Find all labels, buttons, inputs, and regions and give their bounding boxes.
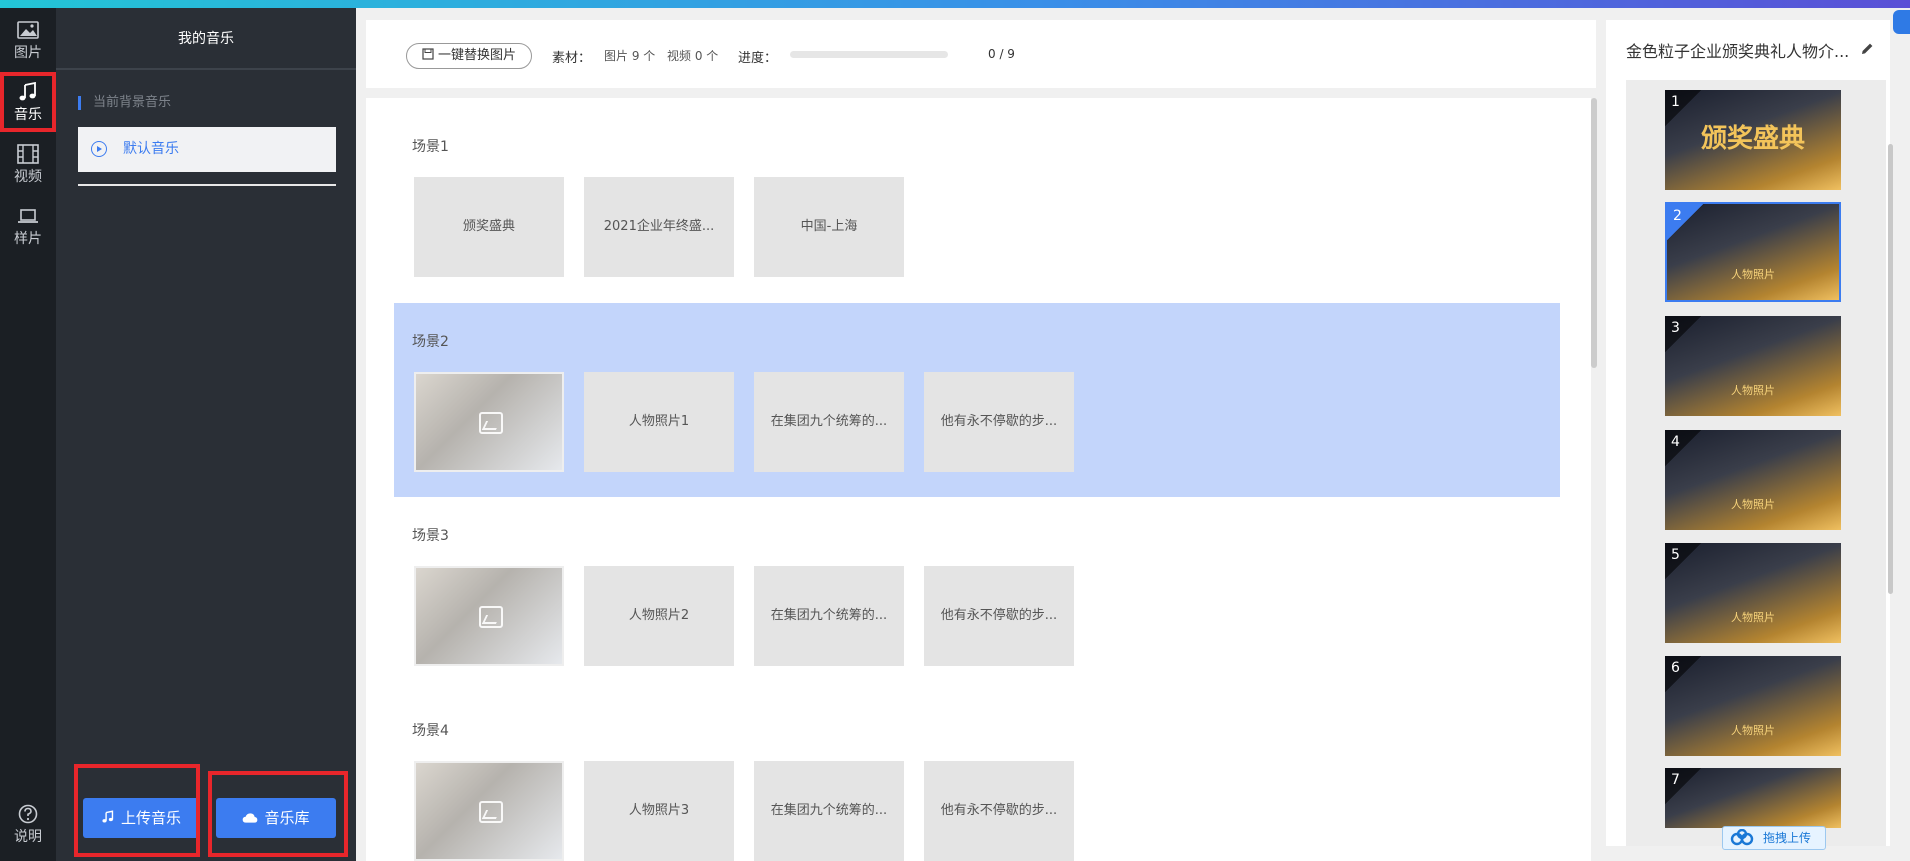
film-icon — [17, 144, 39, 164]
replace-images-label: 一键替换图片 — [437, 48, 516, 63]
scene-title: 场景2 — [412, 334, 449, 350]
thumbnail-number: 6 — [1665, 656, 1701, 692]
preview-panel: 金色粒子企业颁奖典礼人物介... 1 颁奖盛典 2 人物照片 3 人物照片 4 … — [1606, 20, 1893, 850]
scene-title: 场景4 — [412, 723, 449, 739]
image-placeholder-icon — [479, 412, 503, 434]
save-icon — [422, 48, 434, 60]
drag-upload-button[interactable]: 拖拽上传 — [1722, 826, 1826, 850]
scene-4[interactable]: 场景4 人物照片3 在集团九个统筹的... 他有永不停歇的步... — [394, 692, 1560, 861]
drag-upload-label: 拖拽上传 — [1763, 831, 1812, 845]
thumbnail-number: 4 — [1665, 430, 1701, 466]
scene-text-tile[interactable]: 中国-上海 — [754, 177, 904, 277]
template-title: 金色粒子企业颁奖典礼人物介... — [1626, 42, 1850, 61]
material-toolbar: 一键替换图片 素材： 图片 9 个 视频 0 个 进度： 0 / 9 — [366, 20, 1596, 88]
pencil-icon[interactable] — [1860, 42, 1874, 56]
scene-text-tile[interactable]: 在集团九个统筹的... — [754, 566, 904, 666]
scene-image-tile[interactable] — [414, 566, 564, 666]
play-icon[interactable] — [91, 141, 107, 157]
thumbnail-caption: 人物照片 — [1731, 498, 1775, 511]
top-accent-bar — [0, 0, 1910, 8]
image-icon — [17, 21, 39, 39]
highlight-box-upload — [74, 764, 200, 857]
nav-item-help[interactable]: 说明 — [0, 794, 56, 850]
thumbnail-number: 7 — [1665, 768, 1701, 804]
nav-item-sample[interactable]: 样片 — [0, 196, 56, 252]
scene-3[interactable]: 场景3 人物照片2 在集团九个统筹的... 他有永不停歇的步... — [394, 497, 1560, 691]
material-label: 素材： — [552, 51, 592, 66]
scene-list-scrollbar[interactable] — [1591, 98, 1597, 368]
nav-item-label: 音乐 — [14, 107, 42, 123]
scene-thumbnail[interactable]: 3 人物照片 — [1665, 316, 1841, 416]
scene-thumbnail[interactable]: 1 颁奖盛典 — [1665, 90, 1841, 190]
nav-item-label: 样片 — [14, 231, 42, 247]
scene-text-tile[interactable]: 人物照片1 — [584, 372, 734, 472]
thumbnail-headline: 颁奖盛典 — [1700, 124, 1805, 154]
progress-bar — [790, 51, 948, 58]
scene-text-tile[interactable]: 他有永不停歇的步... — [924, 761, 1074, 861]
divider — [78, 184, 336, 186]
highlight-box-library — [208, 771, 348, 857]
nav-item-video[interactable]: 视频 — [0, 134, 56, 190]
nav-item-label: 图片 — [14, 45, 42, 61]
left-nav: 图片 音乐 视频 样片 说明 — [0, 8, 56, 861]
scene-2[interactable]: 场景2 人物照片1 在集团九个统筹的... 他有永不停歇的步... — [394, 303, 1560, 497]
scene-1[interactable]: 场景1 颁奖盛典 2021企业年终盛... 中国-上海 — [394, 98, 1560, 292]
scene-text-tile[interactable]: 人物照片2 — [584, 566, 734, 666]
scene-text-tile[interactable]: 2021企业年终盛... — [584, 177, 734, 277]
thumbnail-number: 5 — [1665, 543, 1701, 579]
scene-text-tile[interactable]: 他有永不停歇的步... — [924, 372, 1074, 472]
thumbnail-number: 2 — [1667, 204, 1703, 240]
progress-text: 0 / 9 — [988, 47, 1015, 61]
thumbnail-caption: 人物照片 — [1731, 268, 1775, 281]
nav-help-label: 说明 — [14, 829, 42, 845]
scene-text-tile[interactable]: 颁奖盛典 — [414, 177, 564, 277]
music-icon — [19, 82, 36, 101]
current-music-title: 默认音乐 — [123, 141, 179, 157]
video-count: 视频 0 个 — [667, 49, 719, 63]
scene-thumbnail-list: 1 颁奖盛典 2 人物照片 3 人物照片 4 人物照片 5 人物照片 6 人物照… — [1626, 80, 1893, 850]
scene-title: 场景3 — [412, 528, 449, 544]
corner-tool-icon[interactable] — [1893, 10, 1910, 34]
nav-item-music[interactable]: 音乐 — [0, 72, 56, 132]
scene-thumbnail-selected[interactable]: 2 人物照片 — [1665, 202, 1841, 302]
scene-text-tile[interactable]: 人物照片3 — [584, 761, 734, 861]
panel-title: 我的音乐 — [56, 8, 356, 70]
progress-label: 进度： — [738, 51, 778, 66]
music-panel: 我的音乐 当前背景音乐 默认音乐 上传音乐 音乐库 — [56, 8, 356, 861]
image-placeholder-icon — [479, 606, 503, 628]
scene-image-tile[interactable] — [414, 761, 564, 861]
scene-list: 场景1 颁奖盛典 2021企业年终盛... 中国-上海 场景2 人物照片1 在集… — [366, 98, 1591, 861]
image-count: 图片 9 个 — [604, 49, 656, 63]
current-music-item[interactable]: 默认音乐 — [78, 127, 336, 172]
thumbnail-number: 3 — [1665, 316, 1701, 352]
thumbnail-caption: 人物照片 — [1731, 724, 1775, 737]
scene-image-tile[interactable] — [414, 372, 564, 472]
scene-text-tile[interactable]: 他有永不停歇的步... — [924, 566, 1074, 666]
laptop-icon — [18, 209, 38, 223]
replace-images-button[interactable]: 一键替换图片 — [406, 43, 532, 69]
scene-thumbnail[interactable]: 4 人物照片 — [1665, 430, 1841, 530]
scene-thumbnail[interactable]: 7 — [1665, 768, 1841, 828]
thumbnail-caption: 人物照片 — [1731, 384, 1775, 397]
scene-thumbnail[interactable]: 6 人物照片 — [1665, 656, 1841, 756]
background-music-label: 当前背景音乐 — [78, 96, 171, 110]
scene-title: 场景1 — [412, 139, 449, 155]
nav-item-label: 视频 — [14, 169, 42, 185]
scene-text-tile[interactable]: 在集团九个统筹的... — [754, 761, 904, 861]
image-placeholder-icon — [479, 801, 503, 823]
nav-item-image[interactable]: 图片 — [0, 10, 56, 66]
scene-text-tile[interactable]: 在集团九个统筹的... — [754, 372, 904, 472]
thumbnail-scrollbar[interactable] — [1888, 144, 1893, 594]
scene-thumbnail[interactable]: 5 人物照片 — [1665, 543, 1841, 643]
help-icon — [18, 804, 38, 824]
cloud-drive-icon — [1730, 829, 1754, 846]
thumbnail-caption: 人物照片 — [1731, 611, 1775, 624]
